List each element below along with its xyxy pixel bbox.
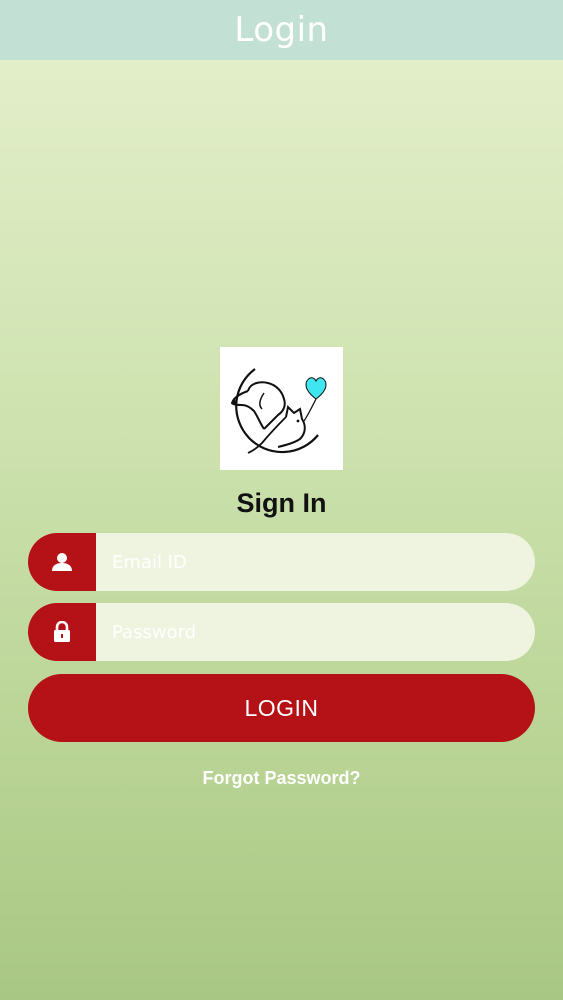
email-field-container <box>28 533 535 591</box>
nav-bar: Login <box>0 0 563 60</box>
app-logo <box>220 347 343 470</box>
user-icon <box>52 553 72 571</box>
forgot-password-link[interactable]: Forgot Password? <box>0 768 563 789</box>
login-button[interactable]: LOGIN <box>28 674 535 742</box>
dog-cat-heart-logo-icon <box>230 368 327 454</box>
password-field-container <box>28 603 535 661</box>
password-input[interactable] <box>96 603 535 661</box>
password-field-icon-box <box>28 603 96 661</box>
page-title: Login <box>234 10 329 50</box>
email-input[interactable] <box>96 533 535 591</box>
sign-in-title: Sign In <box>236 488 327 518</box>
email-field-icon-box <box>28 533 96 591</box>
lock-icon <box>54 621 70 642</box>
